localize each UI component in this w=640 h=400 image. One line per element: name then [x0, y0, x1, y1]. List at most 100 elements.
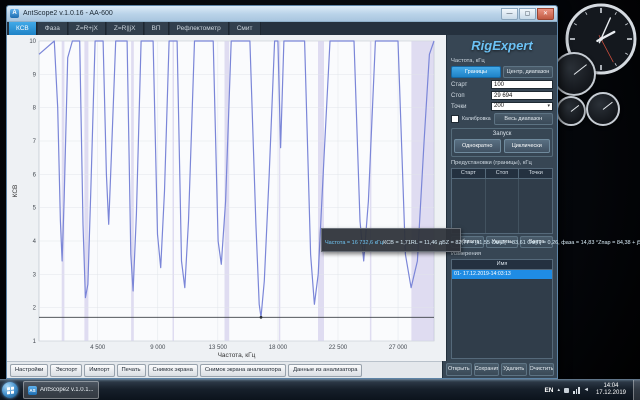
toolbar-right: ОткрытьСохранитьУдалитьОчистить	[442, 361, 557, 378]
points-value: 200	[494, 102, 504, 111]
window-controls: — ▢ ✕	[501, 8, 554, 20]
start-label: Старт	[451, 82, 467, 88]
file-action-button[interactable]: Сохранить	[474, 363, 499, 376]
tooltip-line: КСВ = 1,71	[383, 240, 411, 246]
stop-label: Стоп	[451, 93, 465, 99]
toolbar-button[interactable]: Настройки	[10, 364, 48, 377]
svg-text:8: 8	[33, 106, 37, 112]
svg-text:9 000: 9 000	[150, 345, 166, 351]
file-action-button[interactable]: Открыть	[446, 363, 471, 376]
svg-text:4 500: 4 500	[90, 345, 106, 351]
measurements-column-header: Имя	[452, 260, 552, 270]
tray-icon[interactable]	[564, 388, 569, 393]
run-single-button[interactable]: Однократно	[454, 139, 501, 153]
svg-text:2: 2	[33, 306, 37, 312]
close-button[interactable]: ✕	[537, 8, 554, 20]
svg-text:10: 10	[29, 39, 36, 45]
start-row: Старт 100	[451, 80, 553, 89]
svg-text:Частота, кГц: Частота, кГц	[218, 352, 256, 359]
view-tab[interactable]: КСВ	[9, 22, 37, 35]
full-range-button[interactable]: Весь диапазон	[494, 113, 553, 125]
bounds-mode-button[interactable]: Границы	[451, 66, 501, 78]
tooltip-line: RL = 11,46 дБ	[411, 240, 446, 246]
presets-table[interactable]: СтартСтопТочки	[451, 168, 553, 234]
antscope-taskbar-icon: AS	[28, 386, 37, 395]
presets-body[interactable]	[452, 179, 552, 233]
stop-input[interactable]: 29 694	[491, 91, 553, 100]
app-window: A AntScope2 v.1.0.16 - AA-600 — ▢ ✕ КСВФ…	[6, 5, 558, 379]
view-tab[interactable]: Z=R||jX	[107, 22, 144, 35]
hidden-icons-chevron[interactable]: ▴	[558, 387, 561, 393]
view-tab[interactable]: ВП	[145, 22, 169, 35]
tooltip-line: |Z| = 83,61 Ом	[500, 240, 536, 246]
taskbar-app-label: AntScope2 v.1.0.1...	[40, 387, 94, 393]
view-tab[interactable]: Z=R+jX	[69, 22, 106, 35]
taskbar-app-button[interactable]: AS AntScope2 v.1.0.1...	[23, 381, 99, 399]
tooltip-line: Z = 82,77 + j11,55 Ом	[446, 240, 500, 246]
calibration-label: Калибровка	[462, 116, 491, 122]
calibration-checkbox[interactable]	[451, 115, 459, 123]
svg-text:13 500: 13 500	[209, 345, 228, 351]
presets-header-row: СтартСтопТочки	[452, 169, 552, 179]
frequency-mode-row: Границы Центр, диапазон	[451, 66, 553, 78]
app-icon: A	[10, 9, 19, 18]
toolbar-button[interactable]: Импорт	[84, 364, 114, 377]
desktop: A AntScope2 v.1.0.16 - AA-600 — ▢ ✕ КСВФ…	[0, 0, 640, 400]
tray-time: 14:04	[596, 383, 626, 390]
toolbar-button[interactable]: Печать	[117, 364, 146, 377]
svg-text:9: 9	[33, 72, 37, 78]
titlebar[interactable]: A AntScope2 v.1.0.16 - AA-600 — ▢ ✕	[7, 6, 557, 22]
presets-title: Предустановки (границы), кГц	[451, 160, 553, 166]
stop-row: Стоп 29 694	[451, 91, 553, 100]
run-cyclic-button[interactable]: Циклически	[504, 139, 551, 153]
view-tab[interactable]: Фаза	[38, 22, 68, 35]
language-indicator[interactable]: EN	[544, 387, 553, 394]
gauge-gadget	[586, 92, 620, 126]
tray-date: 17.12.2019	[596, 390, 626, 397]
chart-area[interactable]: 123456789104 5009 00013 50018 00022 5002…	[7, 35, 446, 361]
svg-text:3: 3	[33, 272, 37, 278]
svg-text:4: 4	[33, 239, 37, 245]
points-label: Точки	[451, 104, 467, 110]
system-tray: EN ▴ ◄ 14:04 17.12.2019	[544, 380, 640, 400]
taskbar-clock[interactable]: 14:04 17.12.2019	[593, 383, 629, 397]
svg-text:5: 5	[33, 206, 37, 212]
toolbar-button[interactable]: Данные из анализатора	[288, 364, 362, 377]
view-tabs: КСВФазаZ=R+jXZ=R||jXВПРефлектометрСмит	[7, 22, 557, 35]
tooltip-line: Zпар = 84,38 + j597,12 Ом	[598, 240, 640, 246]
center-span-mode-button[interactable]: Центр, диапазон	[503, 66, 553, 78]
toolbar-button[interactable]: Снимок экрана анализатора	[200, 364, 286, 377]
run-buttons: Однократно Циклически	[454, 139, 550, 153]
volume-icon[interactable]: ◄	[584, 387, 589, 393]
swr-chart[interactable]: 123456789104 5009 00013 50018 00022 5002…	[9, 36, 439, 360]
svg-text:22 500: 22 500	[329, 345, 348, 351]
view-tab[interactable]: Рефлектометр	[170, 22, 229, 35]
rigexpert-logo: RigExpert	[451, 37, 553, 55]
presets-column-header: Точки	[519, 169, 552, 178]
svg-text:18 000: 18 000	[269, 345, 288, 351]
calibration-row: Калибровка Весь диапазон	[451, 113, 553, 125]
minimize-button[interactable]: —	[501, 8, 518, 20]
svg-text:1: 1	[33, 339, 37, 345]
bottom-toolbar: НастройкиЭкспортИмпортПечатьСнимок экран…	[7, 361, 557, 378]
file-action-button[interactable]: Очистить	[529, 363, 554, 376]
file-action-button[interactable]: Удалить	[501, 363, 526, 376]
svg-text:27 000: 27 000	[389, 345, 408, 351]
toolbar-button[interactable]: Экспорт	[50, 364, 82, 377]
tooltip-line: |Г| = 0,26, фаза = 14,83 °	[535, 240, 598, 246]
measurement-row[interactable]: 01- 17.12.2019-14:03:13	[452, 270, 552, 279]
toolbar-left: НастройкиЭкспортИмпортПечатьСнимок экран…	[7, 361, 442, 378]
maximize-button[interactable]: ▢	[519, 8, 536, 20]
network-icon[interactable]	[573, 387, 580, 394]
start-button[interactable]	[0, 380, 20, 400]
measurements-list[interactable]: Имя 01- 17.12.2019-14:03:13	[451, 259, 553, 359]
tooltip-line: Частота = 16 732,6 кГц	[325, 240, 383, 246]
points-row: Точки 200 ▾	[451, 102, 553, 111]
view-tab[interactable]: Смит	[230, 22, 261, 35]
points-select[interactable]: 200 ▾	[491, 102, 553, 111]
show-desktop-button[interactable]	[633, 380, 640, 400]
gauge-gadget	[556, 96, 586, 126]
start-input[interactable]: 100	[491, 80, 553, 89]
main-area: 123456789104 5009 00013 50018 00022 5002…	[7, 35, 557, 361]
toolbar-button[interactable]: Снимок экрана	[148, 364, 198, 377]
